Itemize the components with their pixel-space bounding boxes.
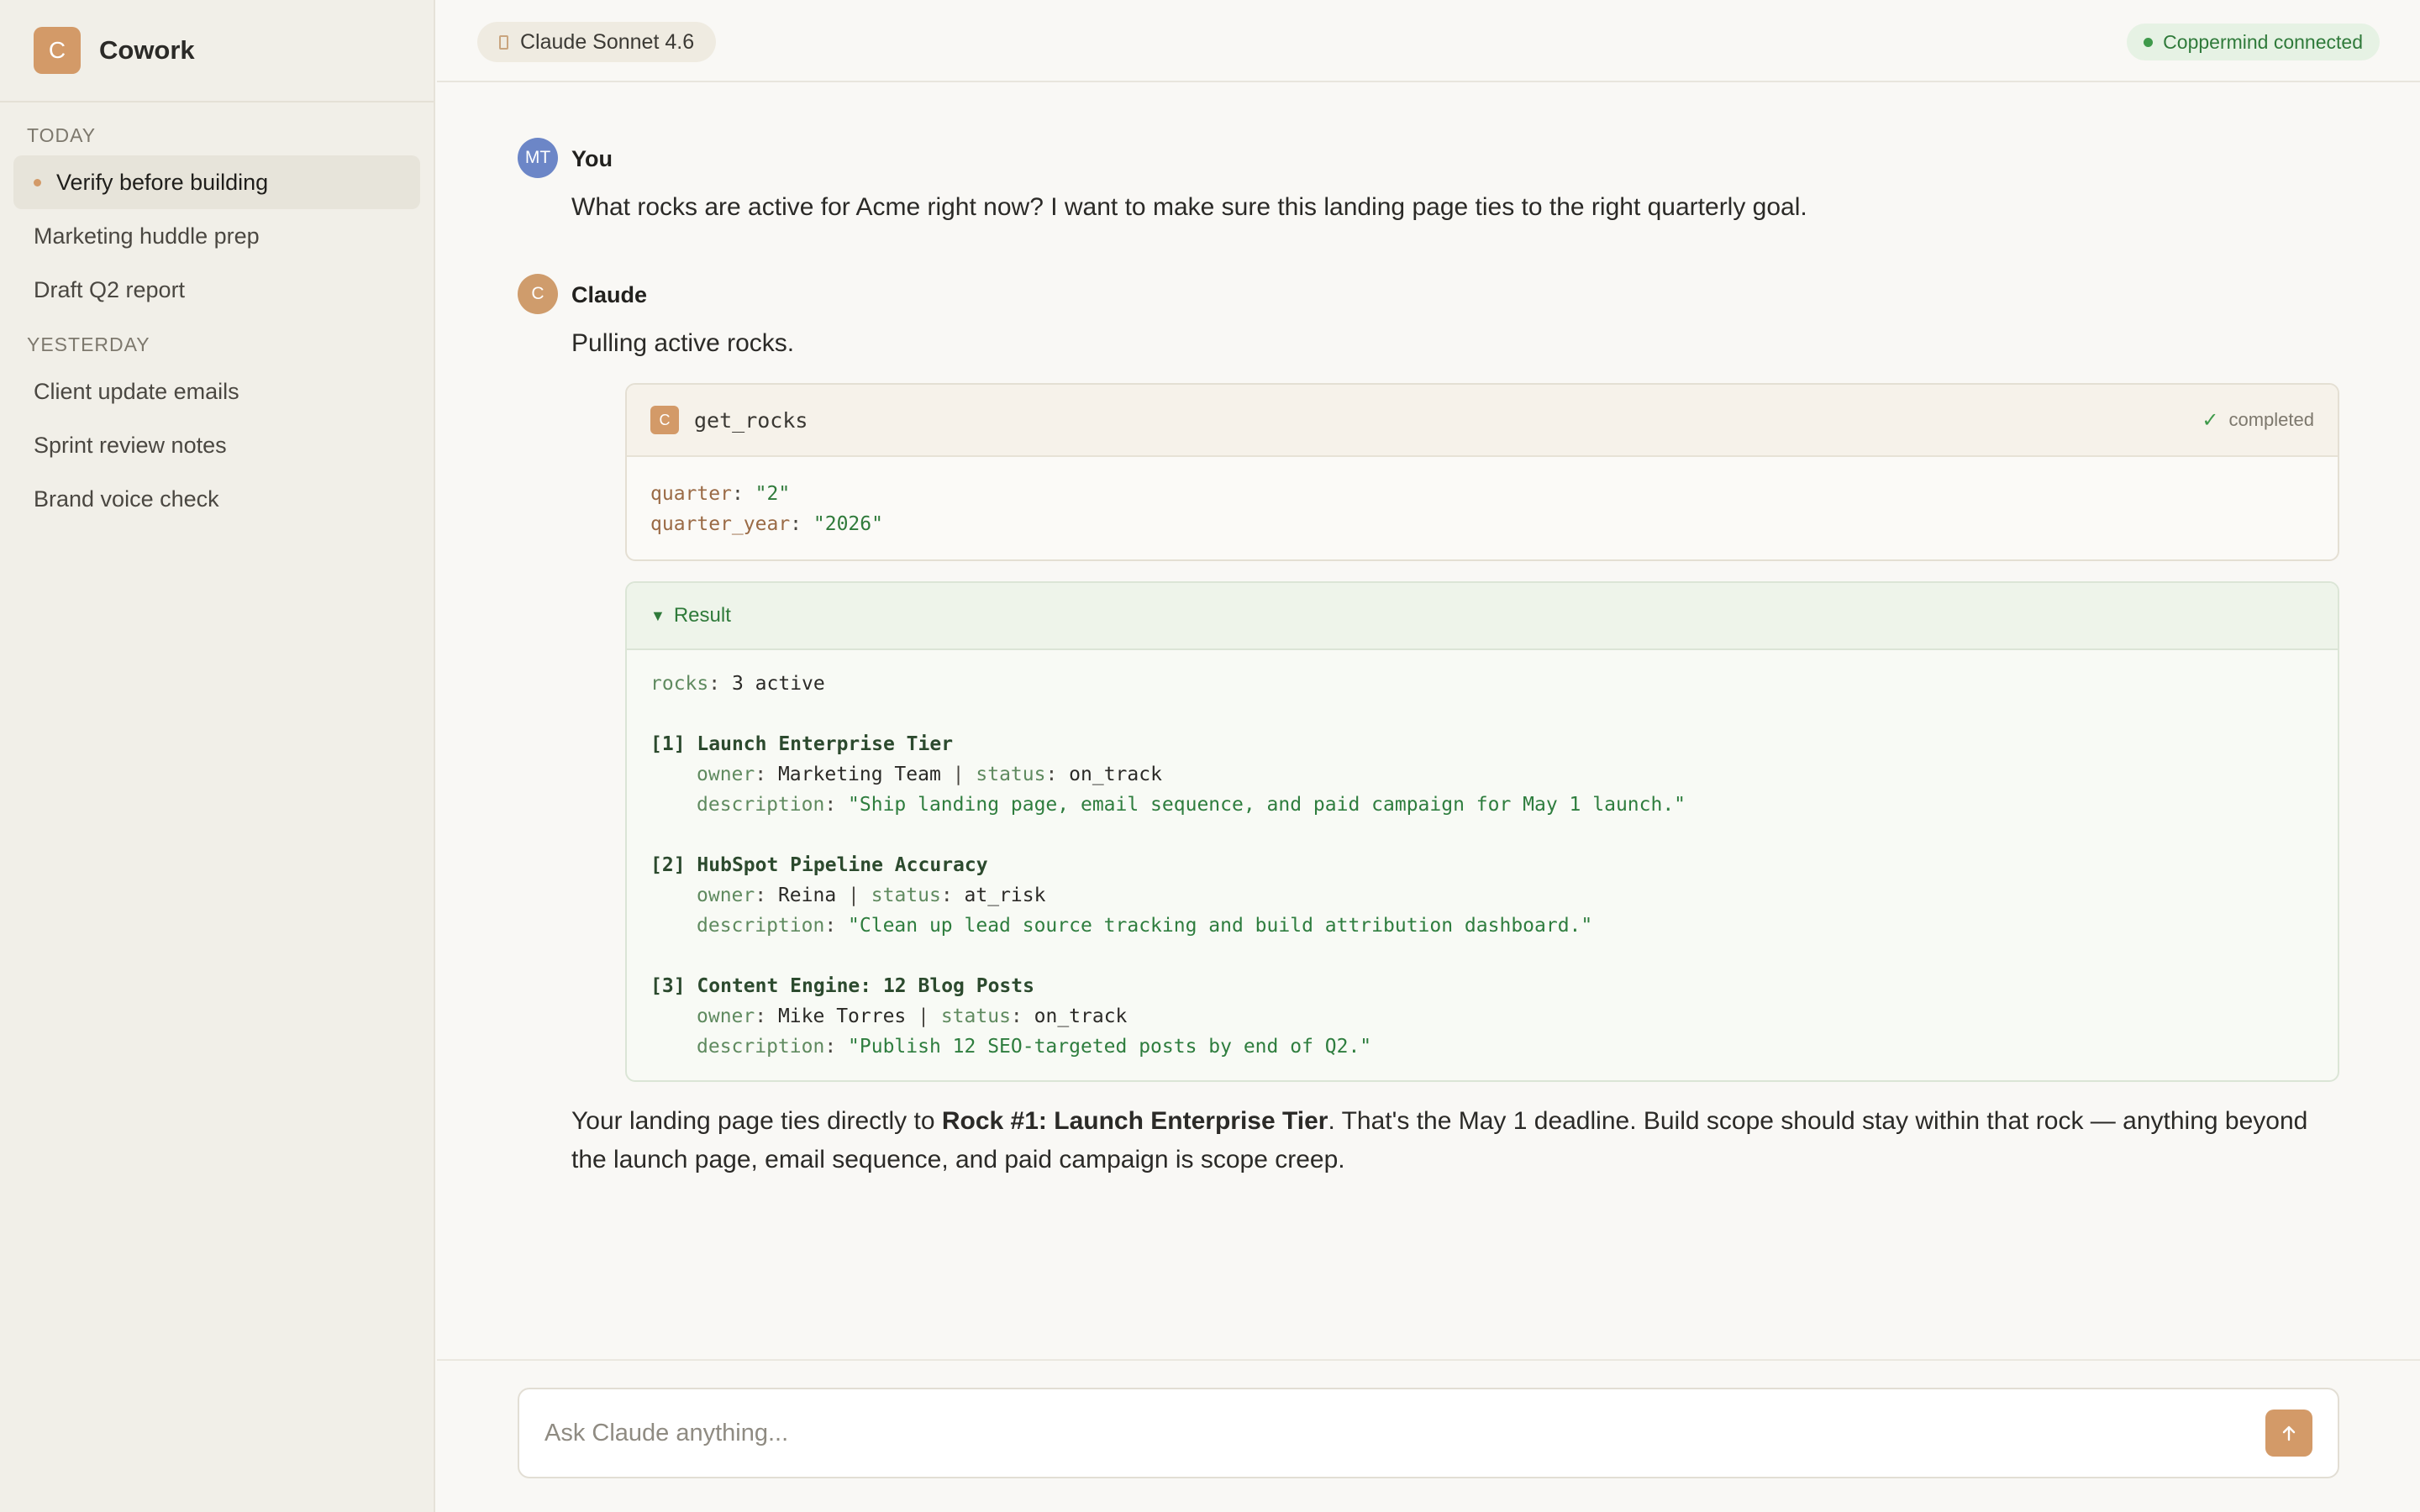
rock-title: Launch Enterprise Tier bbox=[697, 733, 954, 755]
arrow-up-icon bbox=[2282, 1425, 2296, 1441]
sidebar-item-brand-voice-check[interactable]: Brand voice check bbox=[13, 472, 420, 526]
summary-key: rocks bbox=[650, 673, 709, 695]
rock-owner: Mike Torres bbox=[777, 1005, 907, 1027]
owner-key: owner bbox=[697, 1005, 755, 1027]
tool-arg-row: quarter: "2" bbox=[650, 483, 791, 505]
tool-arg-row: quarter_year: "2026" bbox=[650, 513, 883, 535]
sidebar-item-verify-before-building[interactable]: Verify before building bbox=[13, 155, 420, 209]
user-avatar: MT bbox=[518, 138, 558, 178]
rock-status: on_track bbox=[1069, 764, 1162, 785]
sidebar: C Cowork TODAY Verify before building Ma… bbox=[0, 0, 435, 1512]
status-key: status bbox=[871, 885, 941, 906]
sidebar-item-draft-q2-report[interactable]: Draft Q2 report bbox=[13, 263, 420, 317]
assistant-conclusion-text: Your landing page ties directly to Rock … bbox=[571, 1102, 2339, 1179]
rock-status: on_track bbox=[1034, 1005, 1128, 1027]
top-bar: Claude Sonnet 4.6 Coppermind connected bbox=[437, 0, 2420, 82]
rock-item: [3] Content Engine: 12 Blog Posts owner:… bbox=[650, 975, 1372, 1058]
user-message: MT You What rocks are active for Acme ri… bbox=[518, 138, 2339, 230]
description-key: description bbox=[697, 794, 825, 816]
arg-key: quarter_year bbox=[650, 513, 791, 535]
assistant-sender-name: Claude bbox=[571, 282, 648, 307]
nav-list-today: Verify before building Marketing huddle … bbox=[0, 147, 434, 317]
app-logo-icon: C bbox=[34, 27, 81, 74]
conclusion-bold: Rock #1: Launch Enterprise Tier bbox=[941, 1107, 1328, 1135]
input-divider bbox=[437, 1359, 2420, 1361]
arg-key: quarter bbox=[650, 483, 732, 505]
sidebar-item-client-update-emails[interactable]: Client update emails bbox=[13, 365, 420, 418]
tool-name: get_rocks bbox=[694, 407, 808, 433]
brand[interactable]: C Cowork bbox=[0, 0, 434, 102]
rock-owner: Marketing Team bbox=[777, 764, 941, 785]
tool-call-header[interactable]: C get_rocks ✓ completed bbox=[627, 385, 2338, 457]
description-key: description bbox=[697, 915, 825, 937]
model-icon bbox=[499, 34, 508, 50]
rock-item: [1] Launch Enterprise Tier owner: Market… bbox=[650, 733, 1686, 816]
rock-index: [1] bbox=[650, 733, 686, 755]
summary-value: 3 active bbox=[731, 673, 825, 695]
sidebar-item-label: Marketing huddle prep bbox=[34, 223, 260, 249]
sidebar-item-marketing-huddle-prep[interactable]: Marketing huddle prep bbox=[13, 209, 420, 263]
description-key: description bbox=[697, 1036, 825, 1058]
assistant-message: C Claude Pulling active rocks. bbox=[518, 274, 2339, 366]
owner-key: owner bbox=[697, 764, 755, 785]
connection-status-text: Coppermind connected bbox=[2163, 30, 2363, 53]
sidebar-item-label: Brand voice check bbox=[34, 486, 219, 512]
arg-value: "2026" bbox=[813, 513, 883, 535]
model-name: Claude Sonnet 4.6 bbox=[520, 29, 695, 54]
rock-item: [2] HubSpot Pipeline Accuracy owner: Rei… bbox=[650, 854, 1593, 937]
rock-index: [3] bbox=[650, 975, 686, 997]
arg-value: "2" bbox=[755, 483, 791, 505]
sidebar-item-sprint-review-notes[interactable]: Sprint review notes bbox=[13, 418, 420, 472]
check-icon: ✓ bbox=[2202, 408, 2219, 432]
rock-title: Content Engine: 12 Blog Posts bbox=[697, 975, 1034, 997]
message-input[interactable] bbox=[544, 1389, 2225, 1477]
result-toggle[interactable]: ▼ Result bbox=[627, 583, 2338, 650]
tool-status: ✓ completed bbox=[2202, 408, 2314, 433]
nav-list-yesterday: Client update emails Sprint review notes… bbox=[0, 356, 434, 526]
tool-icon: C bbox=[650, 406, 679, 434]
result-body: rocks: 3 active [1] Launch Enterprise Ti… bbox=[627, 650, 2338, 1080]
send-button[interactable] bbox=[2265, 1410, 2312, 1457]
sidebar-item-label: Draft Q2 report bbox=[34, 276, 186, 302]
sidebar-item-label: Verify before building bbox=[56, 169, 269, 195]
result-label: Result bbox=[673, 604, 731, 627]
rock-index: [2] bbox=[650, 854, 686, 876]
sidebar-item-label: Sprint review notes bbox=[34, 432, 227, 458]
triangle-down-icon: ▼ bbox=[650, 606, 666, 624]
rock-description: "Clean up lead source tracking and build… bbox=[848, 915, 1593, 937]
owner-key: owner bbox=[697, 885, 755, 906]
rock-title: HubSpot Pipeline Accuracy bbox=[697, 854, 988, 876]
composer bbox=[518, 1388, 2339, 1478]
user-sender-name: You bbox=[571, 146, 613, 171]
status-key: status bbox=[976, 764, 1046, 785]
section-label-yesterday: YESTERDAY bbox=[27, 333, 150, 355]
rock-status: at_risk bbox=[964, 885, 1046, 906]
assistant-intro-text: Pulling active rocks. bbox=[571, 329, 795, 357]
status-dot-icon bbox=[2144, 37, 2154, 47]
model-selector[interactable]: Claude Sonnet 4.6 bbox=[477, 22, 717, 62]
app-name: Cowork bbox=[99, 35, 195, 65]
rock-description: "Ship landing page, email sequence, and … bbox=[848, 794, 1686, 816]
tool-arguments: quarter: "2" quarter_year: "2026" bbox=[627, 457, 2338, 559]
active-dot-icon bbox=[34, 178, 41, 186]
status-key: status bbox=[940, 1005, 1011, 1027]
tool-call-card: C get_rocks ✓ completed quarter: "2" qua… bbox=[625, 383, 2339, 561]
sidebar-item-label: Client update emails bbox=[34, 378, 239, 404]
section-label-today: TODAY bbox=[27, 124, 97, 146]
tool-status-text: completed bbox=[2228, 409, 2314, 430]
tool-result-card: ▼ Result rocks: 3 active [1] Launch Ente… bbox=[625, 581, 2339, 1082]
assistant-avatar: C bbox=[518, 274, 558, 314]
result-summary: rocks: 3 active bbox=[650, 673, 825, 695]
conclusion-pre: Your landing page ties directly to bbox=[571, 1107, 942, 1135]
rock-owner: Reina bbox=[777, 885, 837, 906]
rock-description: "Publish 12 SEO-targeted posts by end of… bbox=[848, 1036, 1372, 1058]
connection-status-badge: Coppermind connected bbox=[2127, 24, 2380, 60]
user-message-text: What rocks are active for Acme right now… bbox=[571, 193, 1807, 221]
